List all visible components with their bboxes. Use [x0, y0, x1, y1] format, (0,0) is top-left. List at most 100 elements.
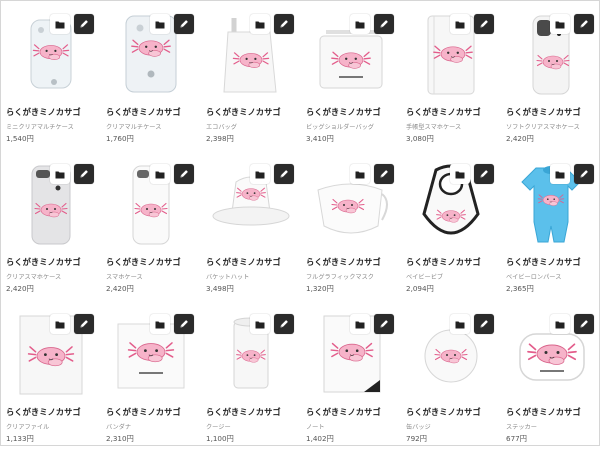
- product-thumbnail[interactable]: [406, 310, 496, 398]
- product-thumbnail[interactable]: [106, 310, 196, 398]
- product-card[interactable]: らくがきミノカサゴ ステッカー 677円: [506, 310, 596, 455]
- product-card[interactable]: らくがきミノカサゴ バケットハット 3,498円: [206, 160, 296, 305]
- folder-icon[interactable]: [450, 14, 470, 34]
- product-name[interactable]: らくがきミノカサゴ: [6, 256, 96, 268]
- pencil-icon[interactable]: [174, 164, 194, 184]
- product-thumbnail[interactable]: [6, 310, 96, 398]
- product-name[interactable]: らくがきミノカサゴ: [406, 106, 496, 118]
- product-thumbnail[interactable]: [206, 160, 296, 248]
- product-price: 792円: [406, 434, 427, 443]
- pencil-icon[interactable]: [274, 314, 294, 334]
- product-card[interactable]: らくがきミノカサゴ クリアファイル 1,133円: [6, 310, 96, 455]
- pencil-icon[interactable]: [374, 164, 394, 184]
- pencil-icon[interactable]: [574, 14, 594, 34]
- folder-icon[interactable]: [150, 164, 170, 184]
- product-card[interactable]: らくがきミノカサゴ ベイビーロンパース 2,365円: [506, 160, 596, 305]
- product-card[interactable]: らくがきミノカサゴ ベイビービブ 2,094円: [406, 160, 496, 305]
- product-name[interactable]: らくがきミノカサゴ: [506, 106, 596, 118]
- product-thumbnail[interactable]: [206, 10, 296, 98]
- product-thumbnail[interactable]: [6, 160, 96, 248]
- product-price: 1,402円: [306, 434, 334, 443]
- product-thumbnail[interactable]: [306, 10, 396, 98]
- product-thumbnail[interactable]: [506, 10, 596, 98]
- product-thumbnail[interactable]: [406, 160, 496, 248]
- product-name[interactable]: らくがきミノカサゴ: [106, 256, 196, 268]
- folder-icon[interactable]: [50, 164, 70, 184]
- product-name[interactable]: らくがきミノカサゴ: [306, 106, 396, 118]
- product-type: ミニクリアマルチケース: [6, 124, 74, 131]
- pencil-icon[interactable]: [74, 314, 94, 334]
- pencil-icon[interactable]: [174, 314, 194, 334]
- product-name[interactable]: らくがきミノカサゴ: [106, 106, 196, 118]
- product-card[interactable]: らくがきミノカサゴ 手帳型スマホケース 3,080円: [406, 10, 496, 155]
- folder-icon[interactable]: [350, 314, 370, 334]
- product-name[interactable]: らくがきミノカサゴ: [6, 106, 96, 118]
- product-thumbnail[interactable]: [506, 160, 596, 248]
- product-price: 2,094円: [406, 284, 434, 293]
- pencil-icon[interactable]: [474, 314, 494, 334]
- pencil-icon[interactable]: [374, 314, 394, 334]
- pencil-icon[interactable]: [74, 14, 94, 34]
- product-price: 1,540円: [6, 134, 34, 143]
- product-thumbnail[interactable]: [506, 310, 596, 398]
- product-card[interactable]: らくがきミノカサゴ クリアマルチケース 1,760円: [106, 10, 196, 155]
- folder-icon[interactable]: [50, 314, 70, 334]
- pencil-icon[interactable]: [274, 14, 294, 34]
- product-card[interactable]: らくがきミノカサゴ エコバッグ 2,398円: [206, 10, 296, 155]
- pencil-icon[interactable]: [74, 164, 94, 184]
- product-thumbnail[interactable]: [306, 160, 396, 248]
- product-thumbnail[interactable]: [406, 10, 496, 98]
- product-card[interactable]: らくがきミノカサゴ 缶バッジ 792円: [406, 310, 496, 455]
- product-name[interactable]: らくがきミノカサゴ: [206, 406, 296, 418]
- folder-icon[interactable]: [350, 14, 370, 34]
- product-name[interactable]: らくがきミノカサゴ: [506, 256, 596, 268]
- pencil-icon[interactable]: [574, 164, 594, 184]
- product-thumbnail[interactable]: [106, 160, 196, 248]
- product-thumbnail[interactable]: [306, 310, 396, 398]
- folder-icon[interactable]: [50, 14, 70, 34]
- product-name[interactable]: らくがきミノカサゴ: [306, 256, 396, 268]
- folder-icon[interactable]: [150, 14, 170, 34]
- product-name[interactable]: らくがきミノカサゴ: [106, 406, 196, 418]
- folder-icon[interactable]: [350, 164, 370, 184]
- product-card[interactable]: らくがきミノカサゴ スマホケース 2,420円: [106, 160, 196, 305]
- folder-icon[interactable]: [150, 314, 170, 334]
- product-name[interactable]: らくがきミノカサゴ: [406, 406, 496, 418]
- folder-icon[interactable]: [550, 14, 570, 34]
- product-name[interactable]: らくがきミノカサゴ: [506, 406, 596, 418]
- folder-icon[interactable]: [550, 314, 570, 334]
- product-thumbnail[interactable]: [106, 10, 196, 98]
- product-price: 3,410円: [306, 134, 334, 143]
- product-price: 2,310円: [106, 434, 134, 443]
- folder-icon[interactable]: [250, 314, 270, 334]
- product-card[interactable]: らくがきミノカサゴ フルグラフィックマスク 1,320円: [306, 160, 396, 305]
- product-name[interactable]: らくがきミノカサゴ: [206, 256, 296, 268]
- folder-icon[interactable]: [250, 164, 270, 184]
- product-name[interactable]: らくがきミノカサゴ: [206, 106, 296, 118]
- pencil-icon[interactable]: [474, 14, 494, 34]
- pencil-icon[interactable]: [274, 164, 294, 184]
- folder-icon[interactable]: [450, 164, 470, 184]
- product-card[interactable]: らくがきミノカサゴ バンダナ 2,310円: [106, 310, 196, 455]
- product-card[interactable]: らくがきミノカサゴ クリアスマホケース 2,420円: [6, 160, 96, 305]
- product-card[interactable]: らくがきミノカサゴ ノート 1,402円: [306, 310, 396, 455]
- product-name[interactable]: らくがきミノカサゴ: [6, 406, 96, 418]
- product-card[interactable]: らくがきミノカサゴ クージー 1,100円: [206, 310, 296, 455]
- product-name[interactable]: らくがきミノカサゴ: [306, 406, 396, 418]
- pencil-icon[interactable]: [574, 314, 594, 334]
- product-type: ステッカー: [506, 424, 537, 431]
- folder-icon[interactable]: [250, 14, 270, 34]
- pencil-icon[interactable]: [474, 164, 494, 184]
- product-name[interactable]: らくがきミノカサゴ: [406, 256, 496, 268]
- pencil-icon[interactable]: [374, 14, 394, 34]
- product-card[interactable]: らくがきミノカサゴ ミニクリアマルチケース 1,540円: [6, 10, 96, 155]
- product-thumbnail[interactable]: [206, 310, 296, 398]
- product-thumbnail[interactable]: [6, 10, 96, 98]
- folder-icon[interactable]: [550, 164, 570, 184]
- product-type: スマホケース: [106, 274, 143, 281]
- product-card[interactable]: らくがきミノカサゴ ソフトクリアスマホケース 2,420円: [506, 10, 596, 155]
- pencil-icon[interactable]: [174, 14, 194, 34]
- product-type: フルグラフィックマスク: [306, 274, 374, 281]
- product-card[interactable]: らくがきミノカサゴ ビッグショルダーバッグ 3,410円: [306, 10, 396, 155]
- folder-icon[interactable]: [450, 314, 470, 334]
